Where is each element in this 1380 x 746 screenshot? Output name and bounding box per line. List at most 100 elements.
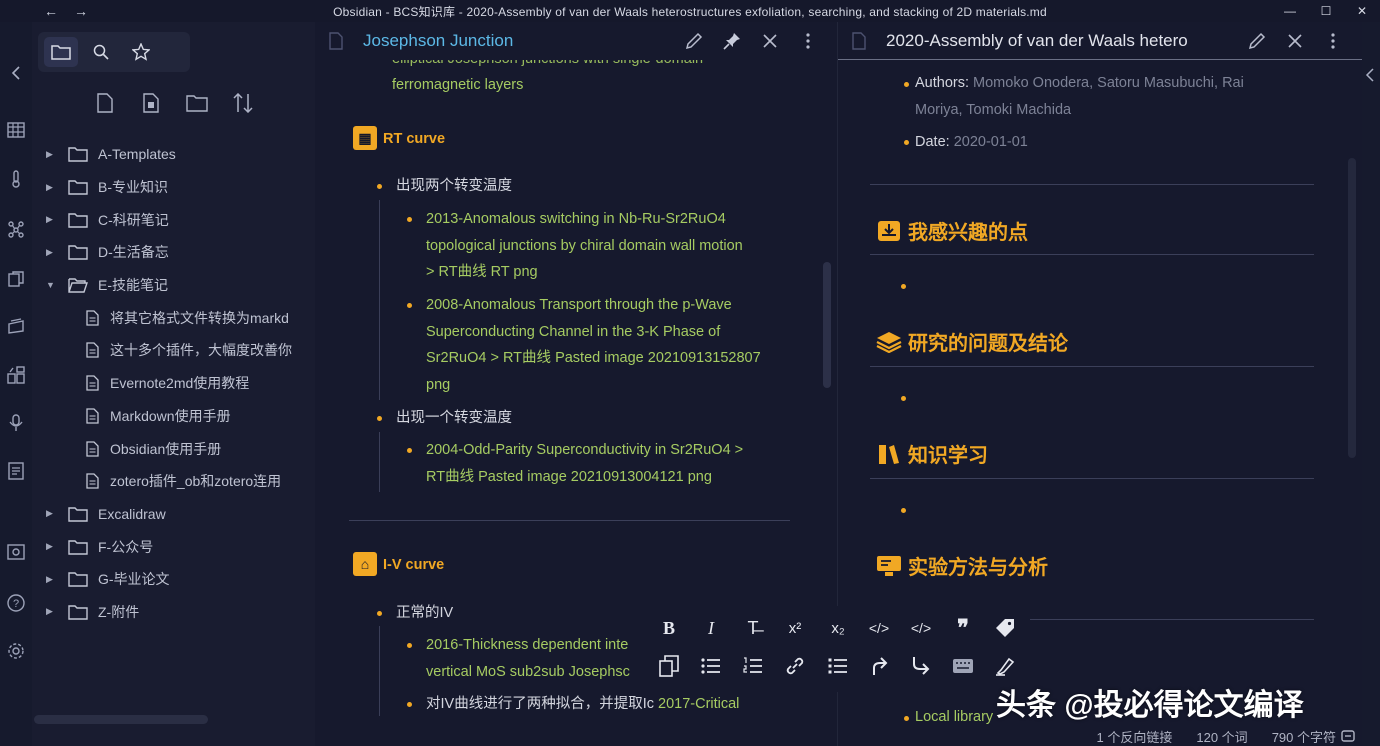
bold-button[interactable]: B [654, 613, 684, 643]
chevron-right-icon[interactable]: ▶ [46, 606, 56, 617]
settings-gear-icon[interactable] [6, 642, 26, 662]
heading-method: 实验方法与分析 [876, 551, 1048, 580]
link-text[interactable]: > RT曲线 RT png [426, 259, 538, 286]
more-options-icon[interactable] [1322, 30, 1344, 52]
italic-button[interactable]: I [696, 613, 726, 643]
help-icon[interactable]: ? [6, 594, 26, 614]
thermometer-icon[interactable] [6, 170, 26, 190]
edit-pencil-icon[interactable] [1246, 30, 1268, 52]
folder-item-c[interactable]: ▶ C-科研笔记 [32, 203, 315, 236]
link-text[interactable]: ferromagnetic layers [392, 72, 523, 99]
search-icon[interactable] [84, 37, 118, 67]
table-icon[interactable] [6, 122, 26, 142]
collapse-sidebar-icon[interactable] [6, 66, 26, 86]
copy-icon[interactable] [654, 651, 684, 681]
link-text[interactable]: 2008-Anomalous Transport through the p-W… [426, 292, 732, 319]
pane-title[interactable]: Josephson Junction [363, 31, 513, 51]
inline-code-button[interactable]: </> [864, 613, 894, 643]
dashboard-icon[interactable] [6, 366, 26, 386]
checklist-icon[interactable] [823, 651, 853, 681]
pane-scrollbar[interactable] [1348, 158, 1356, 458]
star-icon[interactable] [124, 37, 158, 67]
link-text[interactable]: RT曲线 Pasted image 20210913004121 png [426, 464, 712, 491]
chevron-down-icon[interactable]: ▼ [46, 280, 56, 290]
file-item[interactable]: Evernote2md使用教程 [32, 367, 315, 400]
backlinks-count[interactable]: 1 个反向链接 [1097, 727, 1173, 746]
highlighter-icon[interactable] [990, 651, 1020, 681]
sort-icon[interactable] [230, 90, 256, 116]
explorer-scrollbar[interactable] [34, 715, 208, 724]
numbered-list-icon[interactable] [738, 651, 768, 681]
date-label: Date: [915, 134, 950, 150]
close-window-button[interactable]: ✕ [1344, 0, 1380, 22]
new-note-icon[interactable] [92, 90, 118, 116]
link-text[interactable]: png [426, 372, 450, 399]
link-text[interactable]: 2013-Anomalous switching in Nb-Ru-Sr2RuO… [426, 206, 726, 233]
copy-pages-icon[interactable] [6, 270, 26, 290]
bullet-list-icon[interactable] [696, 651, 726, 681]
chevron-right-icon[interactable]: ▶ [46, 247, 56, 258]
file-item[interactable]: 将其它格式文件转换为markd [32, 301, 315, 334]
folder-item-e[interactable]: ▼ E-技能笔记 [32, 269, 315, 302]
template-icon[interactable] [6, 462, 26, 482]
subscript-button[interactable]: x₂ [823, 613, 853, 643]
pane-title[interactable]: 2020-Assembly of van der Waals hetero [886, 31, 1188, 51]
forward-button[interactable]: → [66, 3, 96, 19]
chevron-right-icon[interactable]: ▶ [46, 541, 56, 552]
chevron-right-icon[interactable]: ▶ [46, 182, 56, 193]
folder-item-b[interactable]: ▶ B-专业知识 [32, 171, 315, 204]
folder-item-excalidraw[interactable]: ▶ Excalidraw [32, 498, 315, 531]
back-button[interactable]: ← [36, 3, 66, 19]
edit-pencil-icon[interactable] [683, 30, 705, 52]
folder-item-g[interactable]: ▶ G-毕业论文 [32, 563, 315, 596]
expand-right-sidebar-icon[interactable] [1365, 68, 1375, 87]
folder-item-f[interactable]: ▶ F-公众号 [32, 530, 315, 563]
quote-button[interactable]: ❞ [948, 613, 978, 643]
folder-icon [68, 604, 88, 620]
pin-icon[interactable] [721, 30, 743, 52]
file-item[interactable]: 这十多个插件，大幅度改善你 [32, 334, 315, 367]
new-folder-icon[interactable] [184, 90, 210, 116]
link-text[interactable]: Sr2RuO4 > RT曲线 Pasted image 202109131528… [426, 345, 761, 372]
folder-icon[interactable] [44, 37, 78, 67]
close-icon[interactable] [759, 30, 781, 52]
chevron-right-icon[interactable]: ▶ [46, 574, 56, 585]
more-options-icon[interactable] [797, 30, 819, 52]
link-text[interactable]: Superconducting Channel in the 3-K Phase… [426, 319, 720, 346]
vault-icon[interactable] [6, 544, 26, 564]
microphone-icon[interactable] [6, 414, 26, 434]
close-icon[interactable] [1284, 30, 1306, 52]
strikethrough-button[interactable]: T̶ [738, 613, 768, 643]
keyboard-icon[interactable] [948, 651, 978, 681]
file-item[interactable]: zotero插件_ob和zotero连用 [32, 465, 315, 498]
superscript-button[interactable]: x² [780, 613, 810, 643]
graph-view-icon[interactable] [6, 220, 26, 240]
link-text[interactable]: elliptical Josephson junctions with sing… [392, 60, 703, 73]
file-item[interactable]: Obsidian使用手册 [32, 432, 315, 465]
cards-icon[interactable] [6, 318, 26, 338]
link-text[interactable]: Local library [915, 704, 993, 731]
folder-item-d[interactable]: ▶ D-生活备忘 [32, 236, 315, 269]
file-item[interactable]: Markdown使用手册 [32, 400, 315, 433]
link-text[interactable]: 2004-Odd-Parity Superconductivity in Sr2… [426, 437, 743, 464]
link-text[interactable]: 2016-Thickness dependent inte [426, 632, 628, 659]
file-label: zotero插件_ob和zotero连用 [110, 473, 282, 490]
pane-scrollbar[interactable] [823, 262, 831, 388]
sync-status-icon[interactable] [1340, 728, 1356, 746]
link-text[interactable]: topological junctions by chiral domain w… [426, 233, 743, 260]
link-text[interactable]: vertical MoS sub2sub Josephsc [426, 659, 630, 686]
maximize-button[interactable]: ☐ [1308, 0, 1344, 22]
link-icon[interactable] [780, 651, 810, 681]
chevron-right-icon[interactable]: ▶ [46, 508, 56, 519]
folder-item-z[interactable]: ▶ Z-附件 [32, 596, 315, 629]
minimize-button[interactable]: — [1272, 0, 1308, 22]
chevron-right-icon[interactable]: ▶ [46, 214, 56, 225]
indent-arrow-icon[interactable] [864, 651, 894, 681]
link-text[interactable]: 2017-Critical [658, 696, 739, 712]
folder-item-a-templates[interactable]: ▶ A-Templates [32, 138, 315, 171]
tag-icon[interactable] [990, 613, 1020, 643]
code-block-button[interactable]: </> [906, 613, 936, 643]
chevron-right-icon[interactable]: ▶ [46, 149, 56, 160]
new-canvas-icon[interactable] [138, 90, 164, 116]
outdent-arrow-icon[interactable] [906, 651, 936, 681]
